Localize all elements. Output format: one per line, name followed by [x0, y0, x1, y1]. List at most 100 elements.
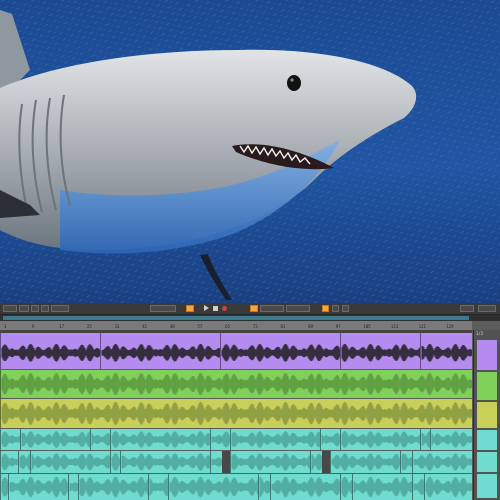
audio-clip[interactable]: [220, 333, 340, 369]
track-4-lane[interactable]: [0, 429, 472, 450]
ruler-tick: 65: [225, 324, 230, 329]
record-icon[interactable]: [222, 306, 227, 311]
io-label: 1/2: [476, 331, 484, 336]
audio-clip[interactable]: [210, 429, 230, 450]
clip-waveform: [321, 432, 340, 447]
ruler-tick: 89: [308, 324, 313, 329]
audio-clip[interactable]: [90, 429, 110, 450]
loop-length-field[interactable]: [286, 305, 310, 312]
audio-clip[interactable]: [0, 370, 472, 398]
loop-start-field[interactable]: [260, 305, 284, 312]
audio-clip[interactable]: [0, 451, 18, 473]
clip-waveform: [19, 453, 30, 471]
track-2-io-strip[interactable]: [477, 372, 497, 400]
audio-clip[interactable]: [330, 451, 400, 473]
follow-button[interactable]: [186, 305, 194, 312]
transport-bar: [0, 303, 500, 315]
audio-clip[interactable]: [110, 451, 120, 473]
play-icon[interactable]: [204, 305, 209, 311]
audio-clip[interactable]: [8, 474, 68, 500]
audio-clip[interactable]: [310, 451, 322, 473]
audio-clip[interactable]: [20, 429, 90, 450]
clip-waveform: [21, 431, 90, 448]
audio-clip[interactable]: [320, 429, 340, 450]
audio-clip[interactable]: [0, 429, 20, 450]
ruler-tick: 41: [142, 324, 148, 329]
track-5-io-strip[interactable]: [477, 452, 497, 472]
clip-waveform: [221, 343, 340, 362]
track-4-io-strip[interactable]: [477, 430, 497, 450]
audio-clip[interactable]: [30, 451, 110, 473]
stop-icon[interactable]: [213, 306, 218, 311]
position-field[interactable]: [150, 305, 176, 312]
loop-button[interactable]: [250, 305, 258, 312]
audio-clip[interactable]: [0, 333, 100, 369]
overview-clips-strip: [3, 316, 469, 320]
quantize-menu[interactable]: [51, 305, 69, 312]
audio-clip[interactable]: [148, 474, 168, 500]
audio-clip[interactable]: [412, 451, 472, 473]
midi-map-button[interactable]: [342, 305, 349, 312]
ruler-tick: 1: [4, 324, 7, 329]
metronome-button[interactable]: [41, 305, 49, 312]
audio-clip[interactable]: [340, 474, 352, 500]
clip-waveform: [111, 453, 120, 471]
audio-clip[interactable]: [18, 451, 30, 473]
audio-clip[interactable]: [78, 474, 148, 500]
audio-clip[interactable]: [340, 429, 420, 450]
ruler-tick: 129: [446, 324, 454, 329]
audio-clip[interactable]: [210, 451, 222, 473]
audio-clip[interactable]: [400, 451, 412, 473]
audio-clip[interactable]: [430, 429, 472, 450]
track-3-io-strip[interactable]: [477, 402, 497, 428]
clip-waveform: [1, 431, 20, 448]
audio-clip[interactable]: [230, 451, 310, 473]
audio-clip[interactable]: [420, 333, 472, 369]
audio-clip[interactable]: [100, 333, 220, 369]
draw-mode-button[interactable]: [322, 305, 329, 312]
clip-waveform: [79, 476, 148, 498]
audio-clip[interactable]: [340, 333, 420, 369]
audio-clip[interactable]: [424, 474, 472, 500]
time-signature-field[interactable]: [19, 305, 29, 312]
clip-waveform: [211, 431, 230, 448]
ruler-tick: 97: [335, 324, 341, 329]
groove-button[interactable]: [31, 305, 39, 312]
track-2-lane[interactable]: [0, 370, 472, 398]
io-section: 1/2: [473, 330, 500, 500]
audio-clip[interactable]: [0, 474, 8, 500]
daw-arrangement-window: 1 9 17 25 33 41 49 57 65 73 81 89 97 105 113 121 129 1/2: [0, 303, 500, 500]
cpu-meter: [460, 305, 474, 312]
track-6-io-strip[interactable]: [477, 474, 497, 498]
track-1-io-strip[interactable]: [477, 340, 497, 370]
track-6-lane[interactable]: [0, 474, 472, 500]
audio-clip[interactable]: [0, 399, 472, 428]
audio-clip[interactable]: [420, 429, 430, 450]
clip-waveform: [341, 343, 420, 362]
audio-clip[interactable]: [230, 429, 320, 450]
ruler-tick: 113: [391, 324, 399, 329]
track-5-lane[interactable]: [0, 451, 472, 473]
audio-clip[interactable]: [270, 474, 340, 500]
audio-clip[interactable]: [110, 429, 210, 450]
audio-clip[interactable]: [258, 474, 270, 500]
clip-waveform: [271, 476, 340, 498]
track-3-lane[interactable]: [0, 399, 472, 428]
audio-clip[interactable]: [120, 451, 210, 473]
tempo-field[interactable]: [3, 305, 17, 312]
audio-clip[interactable]: [68, 474, 78, 500]
ruler-tick: 9: [31, 324, 35, 329]
clip-waveform: [413, 453, 472, 471]
clip-waveform: [169, 476, 258, 498]
key-map-button[interactable]: [332, 305, 339, 312]
track-1-lane[interactable]: [0, 333, 472, 369]
wallpaper-shark-photo: [0, 0, 500, 303]
clip-waveform: [149, 477, 168, 497]
audio-clip[interactable]: [352, 474, 412, 500]
clip-waveform: [259, 476, 270, 498]
audio-clip[interactable]: [412, 474, 424, 500]
clip-waveform: [231, 431, 320, 448]
audio-clip[interactable]: [168, 474, 258, 500]
clip-waveform: [1, 372, 472, 396]
ruler-tick: 73: [252, 324, 258, 329]
